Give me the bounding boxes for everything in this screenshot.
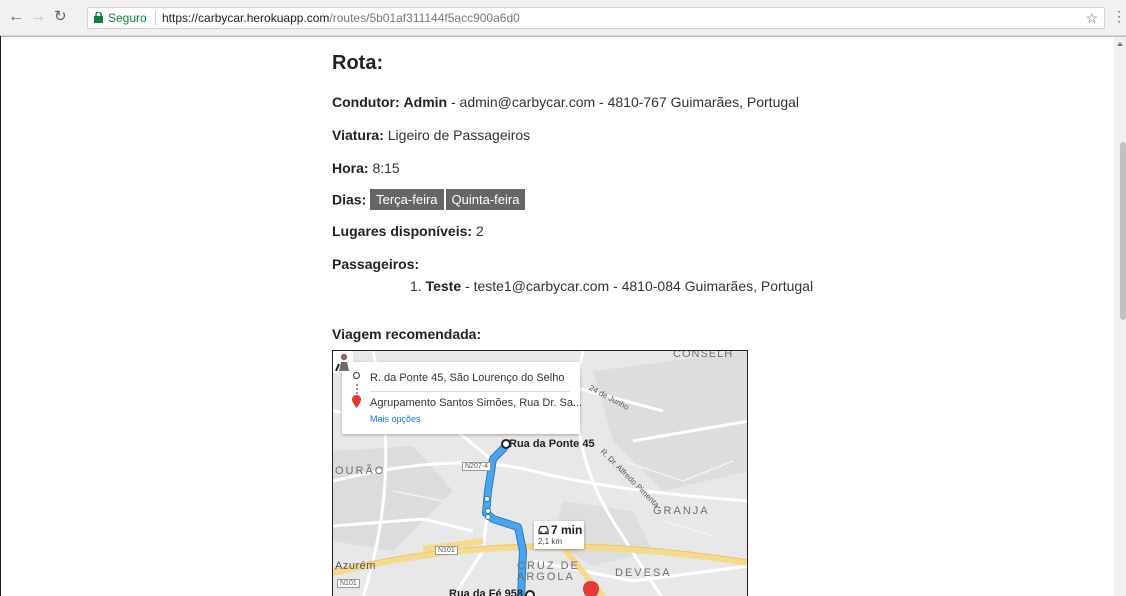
travel-time-box[interactable]: 7 min 2,1 km [534, 521, 584, 549]
day-badge: Terça-feira [370, 189, 444, 210]
seats-row: Lugares disponíveis: 2 [332, 223, 484, 239]
recommended-heading: Viagem recomendada: [332, 326, 482, 342]
route-dots [356, 384, 359, 394]
divider [155, 11, 156, 25]
forward-icon[interactable]: → [30, 8, 46, 26]
driver-row: Condutor: Admin - admin@carbycar.com - 4… [332, 94, 799, 110]
destination-pin-icon [352, 395, 361, 408]
passenger-item: 1. Teste - teste1@carbycar.com - 4810-08… [410, 278, 814, 294]
area-label: OURÃO [335, 465, 386, 477]
scrollbar-thumb[interactable] [1120, 142, 1126, 320]
area-label: Azurém [335, 560, 376, 572]
route-map[interactable]: R. da Ponte 45, São Lourenço do Selho Ag… [332, 350, 748, 596]
road-shield: N101 [435, 546, 458, 555]
menu-icon[interactable]: ⋮ [1112, 8, 1126, 25]
address-bar[interactable]: Seguro https://carbycar.herokuapp.com/ro… [87, 7, 1105, 29]
map-start-label: Rua da Ponte 45 [509, 438, 595, 450]
day-badge: Quinta-feira [445, 189, 526, 210]
passenger-name: Teste [425, 278, 462, 294]
more-options-link[interactable]: Mais opções [370, 414, 421, 424]
browser-toolbar: ← → ↻ Seguro https://carbycar.herokuapp.… [0, 0, 1126, 36]
driver-name: Admin [403, 94, 448, 110]
bookmark-star-icon[interactable]: ☆ [1085, 8, 1098, 28]
page-border [0, 36, 1126, 37]
road-shield: N207-4 [462, 462, 491, 471]
seats-label: Lugares disponíveis: [332, 223, 473, 239]
driver-details: - admin@carbycar.com - 4810-767 Guimarãe… [451, 94, 800, 110]
days-row: Dias: Terça-feira Quinta-feira [332, 189, 527, 210]
passengers-heading: Passageiros: [332, 256, 420, 272]
area-label: GRANJA [653, 505, 710, 517]
travel-duration: 7 min [551, 523, 583, 537]
travel-distance: 2,1 km [538, 537, 563, 546]
page-border-left [0, 36, 1, 596]
url-text[interactable]: https://carbycar.herokuapp.com/routes/5b… [162, 8, 520, 28]
origin-icon [353, 372, 360, 379]
time-value: 8:15 [372, 160, 400, 176]
road-shield: N101 [337, 579, 360, 588]
area-label: ARGOLA [517, 571, 575, 583]
scroll-up-icon[interactable] [1117, 42, 1123, 46]
days-label: Dias: [332, 191, 367, 208]
vehicle-row: Viatura: Ligeiro de Passageiros [332, 127, 530, 143]
lock-icon [94, 12, 103, 23]
driver-label: Condutor: [332, 94, 400, 110]
vehicle-value: Ligeiro de Passageiros [387, 127, 531, 143]
page-title: Rota: [332, 52, 384, 74]
seats-value: 2 [475, 223, 484, 239]
origin-text[interactable]: R. da Ponte 45, São Lourenço do Selho [370, 372, 564, 384]
area-label: DEVESA [615, 567, 672, 579]
divider [370, 391, 570, 392]
map-end-label: Rua da Fé 958 [449, 588, 523, 596]
time-label: Hora: [332, 160, 369, 176]
area-label: CONSELH [673, 350, 734, 360]
secure-label: Seguro [108, 11, 147, 25]
passenger-details: - teste1@carbycar.com - 4810-084 Guimarã… [465, 278, 814, 294]
reload-icon[interactable]: ↻ [54, 8, 67, 26]
vehicle-label: Viatura: [332, 127, 384, 143]
directions-panel[interactable]: R. da Ponte 45, São Lourenço do Selho Ag… [342, 362, 582, 434]
car-icon [538, 525, 549, 535]
back-icon[interactable]: ← [8, 8, 24, 26]
pegman-icon[interactable] [333, 351, 353, 373]
destination-text[interactable]: Agrupamento Santos Simões, Rua Dr. Sa... [370, 397, 582, 409]
time-row: Hora: 8:15 [332, 160, 400, 176]
